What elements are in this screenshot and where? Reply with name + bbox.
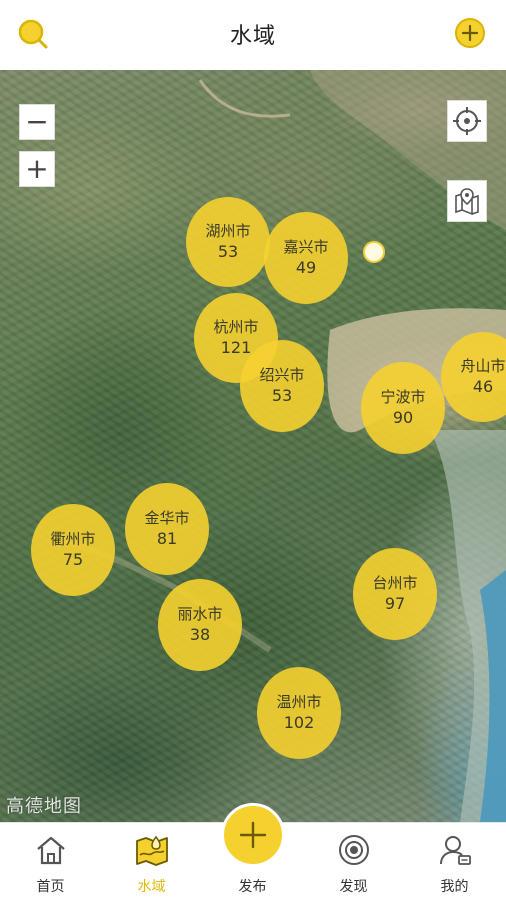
locate-button[interactable] (447, 100, 487, 142)
discover-icon (337, 833, 371, 871)
cluster-count: 81 (156, 529, 178, 548)
page-title: 水域 (229, 24, 276, 49)
cluster-city: 舟山市 (460, 357, 506, 375)
nav-label: 我的 (440, 879, 469, 895)
cluster-city: 台州市 (372, 574, 418, 592)
cluster-count: 53 (217, 242, 239, 261)
nav-label: 首页 (36, 879, 65, 895)
cluster-count: 97 (384, 594, 406, 613)
profile-icon (438, 833, 472, 871)
cluster-shaoxing[interactable]: 绍兴市 53 (240, 340, 324, 432)
cluster-lishui[interactable]: 丽水市 38 (158, 579, 242, 671)
cluster-city: 湖州市 (205, 222, 251, 240)
cluster-city: 嘉兴市 (283, 238, 329, 256)
cluster-count: 38 (189, 625, 211, 644)
nav-home[interactable]: 首页 (0, 823, 101, 901)
cluster-jiaxing[interactable]: 嘉兴市 49 (264, 212, 348, 304)
bottom-nav: 首页 水域 发布 发现 我的 (0, 803, 506, 901)
map-layer-button[interactable] (447, 180, 487, 222)
nav-water[interactable]: 水域 (101, 823, 202, 901)
cluster-count: 53 (271, 386, 293, 405)
cluster-city: 温州市 (276, 693, 322, 711)
zoom-out-button[interactable]: − (19, 104, 55, 140)
cluster-jinhua[interactable]: 金华市 81 (125, 483, 209, 575)
zoom-in-button[interactable]: + (19, 151, 55, 187)
cluster-huzhou[interactable]: 湖州市 53 (186, 197, 270, 287)
nav-label: 发布 (238, 879, 267, 895)
cluster-count: 102 (283, 713, 315, 732)
cluster-quzhou[interactable]: 衢州市 75 (31, 504, 115, 596)
cluster-count: 121 (220, 338, 252, 357)
location-marker[interactable] (363, 241, 385, 263)
locate-icon (453, 107, 481, 135)
plus-circle-icon (455, 18, 485, 48)
nav-discover[interactable]: 发现 (303, 823, 404, 901)
map-pin-icon (455, 188, 479, 216)
nav-label: 水域 (137, 879, 166, 895)
nav-profile[interactable]: 我的 (404, 823, 505, 901)
cluster-city: 衢州市 (50, 530, 96, 548)
cluster-ningbo[interactable]: 宁波市 90 (361, 362, 445, 454)
cluster-wenzhou[interactable]: 温州市 102 (257, 667, 341, 759)
cluster-taizhou[interactable]: 台州市 97 (353, 548, 437, 640)
home-icon (34, 833, 68, 871)
cluster-city: 金华市 (144, 509, 190, 527)
cluster-city: 丽水市 (177, 605, 223, 623)
top-bar: 水域 (0, 0, 506, 70)
nav-publish[interactable]: 发布 (202, 803, 303, 901)
cluster-city: 杭州市 (213, 318, 259, 336)
cluster-count: 46 (472, 377, 494, 396)
cluster-city: 绍兴市 (259, 366, 305, 384)
cluster-count: 75 (62, 550, 84, 569)
publish-button[interactable] (220, 803, 285, 867)
cluster-city: 宁波市 (380, 388, 426, 406)
nav-label: 发现 (339, 879, 368, 895)
cluster-count: 49 (295, 258, 317, 277)
plus-icon (239, 821, 266, 849)
add-button[interactable] (454, 17, 488, 51)
cluster-count: 90 (392, 408, 414, 427)
satellite-map[interactable]: − + 湖州市 53 嘉兴市 49 杭州市 121 绍兴市 53 舟山市 46 … (0, 70, 506, 822)
water-map-icon (134, 833, 170, 871)
map-terrain-overlay (59, 70, 506, 822)
map-watermark: 高德地图 (6, 796, 82, 817)
